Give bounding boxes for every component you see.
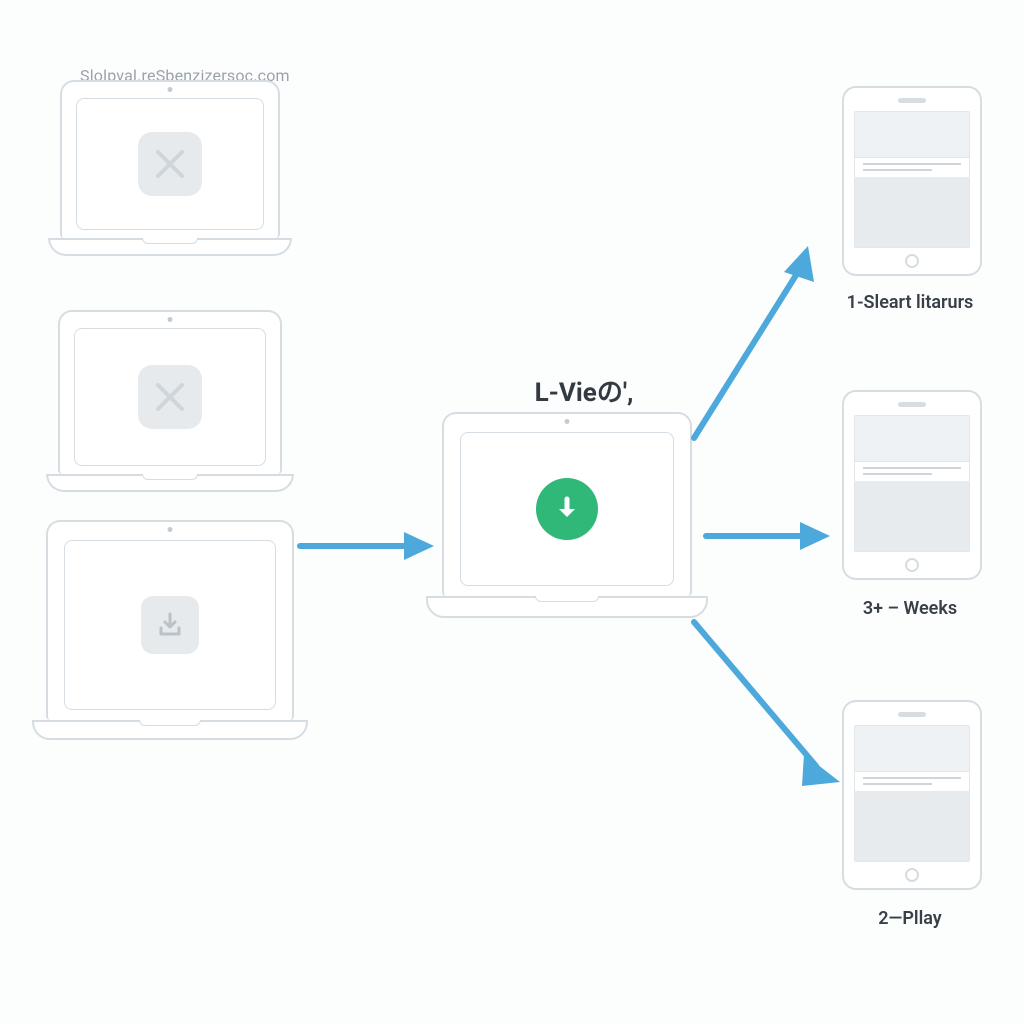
center-title: L-Vieの', — [494, 372, 674, 409]
x-icon — [138, 365, 202, 429]
x-icon — [138, 132, 202, 196]
arrow-to-tablet-2 — [702, 516, 832, 556]
center-laptop — [442, 412, 708, 618]
source-laptop-3 — [46, 520, 308, 740]
target-tablet-2 — [842, 390, 982, 580]
arrow-left-to-center — [296, 526, 436, 566]
diagram-canvas: Slolpval.reSbenzizersoc.com — [0, 0, 1024, 1024]
target-tablet-1 — [842, 86, 982, 276]
source-laptop-1 — [60, 80, 292, 256]
arrow-to-tablet-1 — [680, 232, 830, 452]
tablet-1-label: 1-Sleart litarurs — [820, 292, 1000, 313]
download-circle-icon — [536, 478, 598, 540]
arrow-to-tablet-3 — [684, 610, 854, 800]
target-tablet-3 — [842, 700, 982, 890]
download-tray-icon — [141, 596, 199, 654]
source-laptop-2 — [58, 310, 294, 492]
tablet-2-label: 3+ – Weeks — [820, 598, 1000, 619]
tablet-3-label: 2—Pllay — [820, 908, 1000, 929]
